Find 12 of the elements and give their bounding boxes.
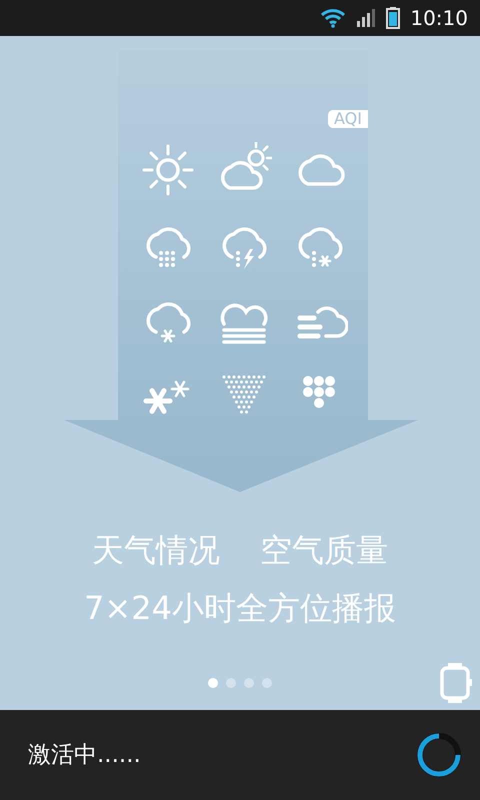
activation-status: 激活中...... bbox=[28, 740, 141, 770]
battery-icon bbox=[386, 7, 400, 29]
loading-spinner-icon bbox=[416, 732, 462, 778]
wifi-icon bbox=[320, 8, 346, 28]
subheadline-text: 7×24小时全方位播报 bbox=[83, 588, 397, 628]
headline-text: 空气质量 bbox=[260, 530, 388, 570]
clock-time: 10:10 bbox=[410, 5, 468, 32]
headline-text: 天气情况 bbox=[92, 530, 220, 570]
signal-icon bbox=[356, 8, 376, 28]
watch-icon[interactable] bbox=[440, 662, 472, 704]
aqi-badge: AQI bbox=[328, 110, 368, 128]
sun-icon bbox=[140, 142, 196, 198]
